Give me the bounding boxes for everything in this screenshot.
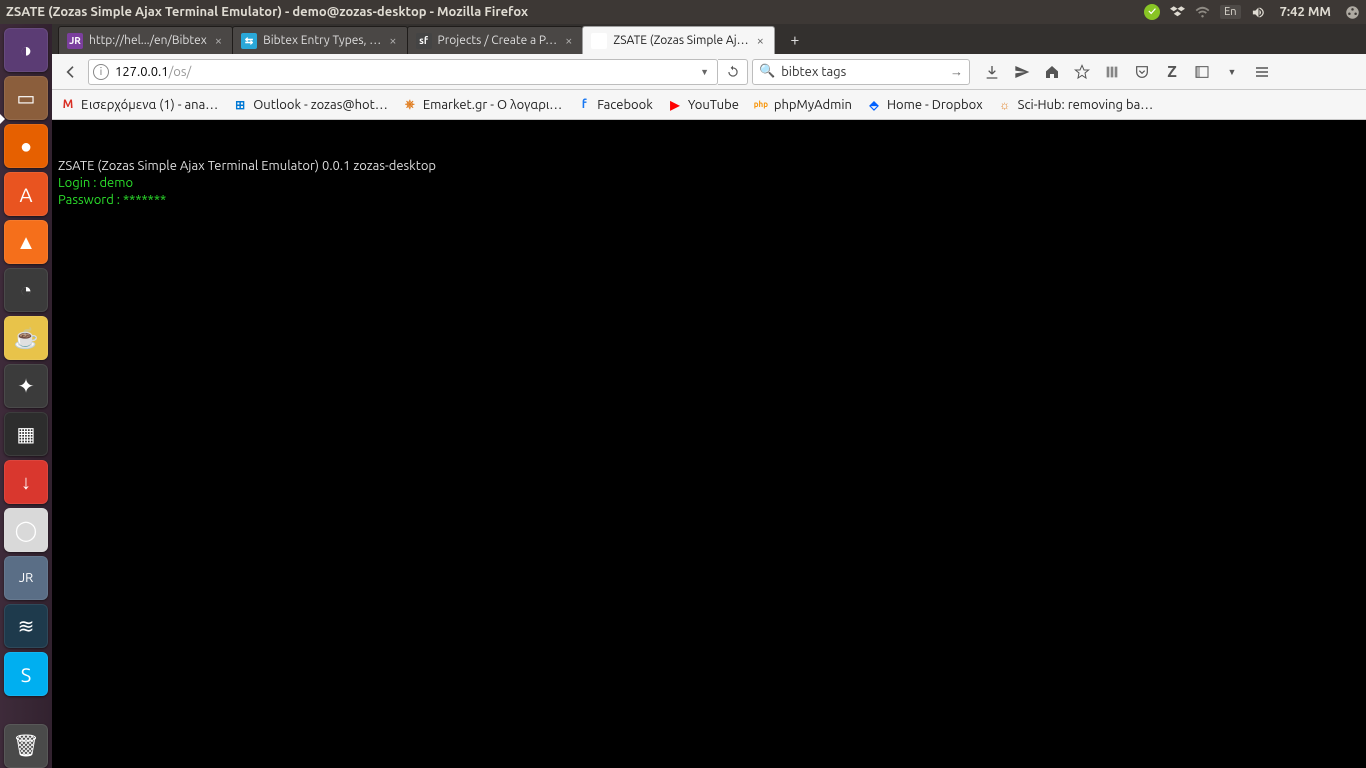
tab-close-icon[interactable]: × — [563, 34, 574, 48]
bookmark-item[interactable]: M Εισερχόμενα (1) - ana… — [60, 97, 218, 113]
launcher-app[interactable]: S — [4, 652, 48, 696]
trash-icon[interactable]: 🗑 — [4, 724, 48, 768]
tab-close-icon[interactable]: × — [387, 34, 398, 48]
favicon: ⇆ — [241, 33, 257, 49]
dropbox-tray-icon[interactable] — [1170, 5, 1185, 20]
bookmark-label: phpMyAdmin — [774, 98, 852, 112]
bookmark-label: Εισερχόμενα (1) - ana… — [81, 98, 218, 112]
send-icon[interactable] — [1008, 59, 1036, 85]
launcher-app[interactable]: ✦ — [4, 364, 48, 408]
url-dropdown-icon[interactable]: ▼ — [696, 67, 713, 77]
terminal-banner: ZSATE (Zozas Simple Ajax Terminal Emulat… — [58, 159, 436, 173]
bookmark-item[interactable]: ⊞ Outlook - zozas@hot… — [232, 97, 388, 113]
more-dropdown-icon[interactable]: ▼ — [1218, 59, 1246, 85]
bookmark-item[interactable]: f Facebook — [576, 97, 653, 113]
bookmark-favicon: f — [576, 97, 592, 113]
browser-tab[interactable]: JR http://hel.../en/Bibtex × — [58, 26, 233, 54]
launcher-app[interactable]: A — [4, 172, 48, 216]
nav-toolbar: i 127.0.0.1/os/ ▼ 🔍 bibtex tags → Z ▼ — [52, 54, 1366, 90]
bookmark-label: Facebook — [597, 98, 653, 112]
launcher-app[interactable]: ☕ — [4, 316, 48, 360]
launcher-app[interactable]: ▦ — [4, 412, 48, 456]
launcher-app[interactable]: ● — [4, 124, 48, 168]
bookmark-label: YouTube — [688, 98, 739, 112]
favicon — [591, 33, 607, 49]
bookmark-item[interactable]: ⎈ Emarket.gr - Ο λογαρι… — [402, 97, 562, 113]
clock[interactable]: 7:42 MM — [1280, 5, 1331, 19]
back-button[interactable] — [58, 59, 84, 85]
unity-launcher: ◑▭●A▲◔☕✦▦↓◯JR≋S 🗑 — [0, 24, 52, 768]
bookmarks-toolbar: M Εισερχόμενα (1) - ana… ⊞ Outlook - zozas@… — [52, 90, 1366, 120]
wifi-icon[interactable] — [1195, 5, 1210, 20]
tab-label: ZSATE (Zozas Simple Aj… — [613, 34, 748, 47]
login-value: demo — [99, 176, 133, 190]
bookmark-label: Outlook - zozas@hot… — [253, 98, 388, 112]
url-path: /os/ — [169, 65, 192, 79]
window-title: ZSATE (Zozas Simple Ajax Terminal Emulat… — [6, 5, 1144, 19]
login-prompt: Login : — [58, 176, 99, 190]
search-go-icon[interactable]: → — [950, 64, 963, 79]
pocket-button[interactable] — [1128, 59, 1156, 85]
tab-label: Projects / Create a P… — [438, 34, 558, 47]
home-button[interactable] — [1038, 59, 1066, 85]
bookmark-label: Emarket.gr - Ο λογαρι… — [423, 98, 562, 112]
hamburger-menu-button[interactable] — [1248, 59, 1276, 85]
bookmark-label: Home - Dropbox — [887, 98, 983, 112]
tab-label: http://hel.../en/Bibtex — [89, 34, 207, 47]
sync-ok-icon[interactable]: ✓ — [1144, 4, 1160, 20]
launcher-app[interactable]: ≋ — [4, 604, 48, 648]
keyboard-lang-indicator[interactable]: En — [1220, 5, 1240, 19]
bookmark-favicon: ⊞ — [232, 97, 248, 113]
bookmarks-list-button[interactable] — [1098, 59, 1126, 85]
bookmark-favicon: ⬘ — [866, 97, 882, 113]
tab-label: Bibtex Entry Types, … — [263, 34, 381, 47]
reload-button[interactable] — [718, 59, 748, 85]
system-tray: ✓ En 7:42 MM — [1144, 4, 1360, 20]
url-bar[interactable]: i 127.0.0.1/os/ ▼ — [88, 59, 718, 85]
bookmark-favicon: php — [753, 97, 769, 113]
power-icon[interactable] — [1345, 5, 1360, 20]
running-indicator-icon — [0, 114, 5, 124]
bookmark-favicon: M — [60, 97, 76, 113]
volume-icon[interactable] — [1251, 5, 1266, 20]
browser-tab[interactable]: ZSATE (Zozas Simple Aj… × — [582, 26, 775, 54]
new-tab-button[interactable]: + — [782, 29, 808, 51]
search-icon: 🔍 — [759, 64, 775, 79]
tab-strip: JR http://hel.../en/Bibtex × ⇆ Bibtex Entry … — [52, 24, 1366, 54]
password-prompt: Password : — [58, 193, 123, 207]
launcher-app[interactable]: ◑ — [4, 28, 48, 72]
zotero-button[interactable]: Z — [1158, 59, 1186, 85]
bookmark-item[interactable]: php phpMyAdmin — [753, 97, 852, 113]
bookmark-star-button[interactable] — [1068, 59, 1096, 85]
favicon: sf — [416, 33, 432, 49]
launcher-app[interactable]: ▲ — [4, 220, 48, 264]
launcher-app[interactable]: JR — [4, 556, 48, 600]
bookmark-favicon: ⎈ — [402, 97, 418, 113]
browser-tab[interactable]: ⇆ Bibtex Entry Types, … × — [232, 26, 407, 54]
downloads-button[interactable] — [978, 59, 1006, 85]
page-content-terminal[interactable]: ZSATE (Zozas Simple Ajax Terminal Emulat… — [52, 120, 1366, 768]
browser-tab[interactable]: sf Projects / Create a P… × — [407, 26, 584, 54]
bookmark-favicon: ▶ — [667, 97, 683, 113]
favicon: JR — [67, 33, 83, 49]
launcher-app[interactable]: ◔ — [4, 268, 48, 312]
url-host: 127.0.0.1 — [115, 65, 169, 79]
bookmark-item[interactable]: ▶ YouTube — [667, 97, 739, 113]
launcher-app[interactable]: ▭ — [4, 76, 48, 120]
launcher-app[interactable]: ↓ — [4, 460, 48, 504]
bookmark-label: Sci-Hub: removing ba… — [1018, 98, 1154, 112]
tab-close-icon[interactable]: × — [755, 34, 766, 48]
tab-close-icon[interactable]: × — [213, 34, 224, 48]
bookmark-favicon: ☼ — [997, 97, 1013, 113]
search-bar[interactable]: 🔍 bibtex tags → — [752, 59, 970, 85]
bookmark-item[interactable]: ⬘ Home - Dropbox — [866, 97, 983, 113]
search-text: bibtex tags — [781, 65, 846, 79]
site-info-icon[interactable]: i — [93, 64, 109, 80]
bookmark-item[interactable]: ☼ Sci-Hub: removing ba… — [997, 97, 1154, 113]
launcher-app[interactable]: ◯ — [4, 508, 48, 552]
password-value: ******* — [123, 193, 166, 207]
sidebar-button[interactable] — [1188, 59, 1216, 85]
